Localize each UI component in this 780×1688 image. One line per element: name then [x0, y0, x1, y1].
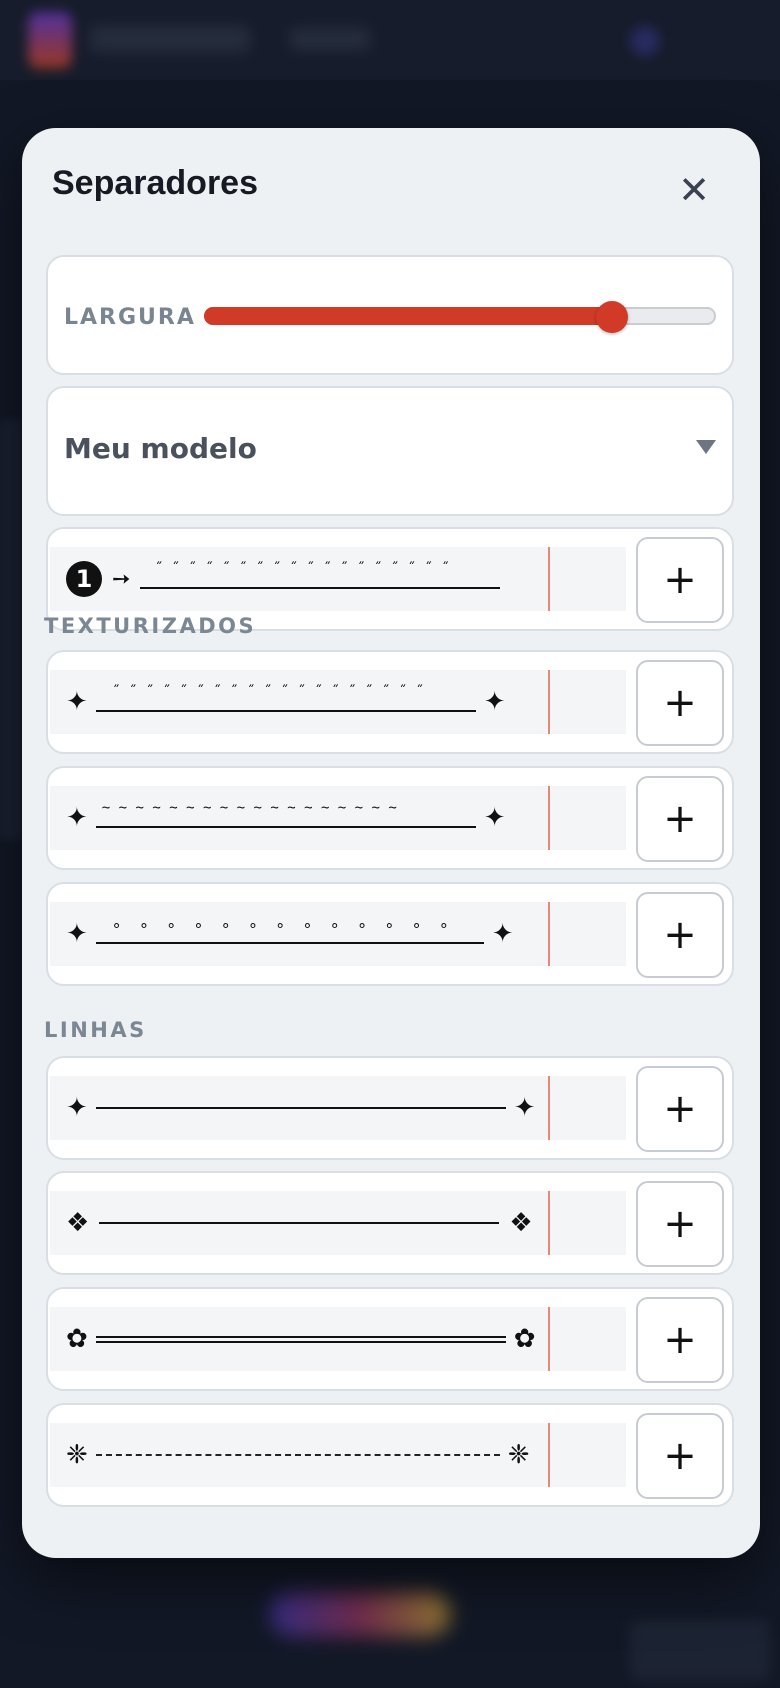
- add-separator-button[interactable]: +: [636, 1413, 724, 1499]
- add-separator-button[interactable]: +: [636, 776, 724, 862]
- modal-title: Separadores: [52, 164, 258, 202]
- separator-preview[interactable]: ✿ ✿: [50, 1307, 626, 1371]
- background-footer-panel: [630, 1620, 770, 1680]
- background-title: [90, 26, 250, 52]
- diamond-icon: ❖: [509, 1208, 533, 1238]
- texture-marks: ˝ ˝ ˝ ˝ ˝ ˝ ˝ ˝ ˝ ˝ ˝ ˝ ˝ ˝ ˝ ˝ ˝ ˝ ˝: [111, 684, 424, 700]
- star-icon: ✦: [66, 919, 88, 949]
- separator-preview[interactable]: ✦ ° ° ° ° ° ° ° ° ° ° ° ° ° ✦: [50, 902, 626, 966]
- textured-row-3: ✦ ° ° ° ° ° ° ° ° ° ° ° ° ° ✦ +: [46, 882, 734, 986]
- sparkle-icon: ❈: [66, 1440, 88, 1470]
- width-marker: [548, 1076, 550, 1140]
- line-row-4: ❈ ❈ +: [46, 1403, 734, 1507]
- flower-icon: ✿: [513, 1324, 536, 1354]
- solid-line: [95, 1107, 506, 1109]
- template-select[interactable]: Meu modelo: [46, 386, 734, 516]
- width-label: LARGURA: [64, 305, 196, 330]
- width-marker: [548, 670, 550, 734]
- background-avatar: [630, 26, 660, 56]
- width-slider-thumb[interactable]: [596, 301, 629, 333]
- separator-preview[interactable]: 1 ➙ ˝ ˝ ˝ ˝ ˝ ˝ ˝ ˝ ˝ ˝ ˝ ˝ ˝ ˝ ˝ ˝ ˝ ˝: [50, 547, 626, 611]
- textured-line: ˝ ˝ ˝ ˝ ˝ ˝ ˝ ˝ ˝ ˝ ˝ ˝ ˝ ˝ ˝ ˝ ˝ ˝: [140, 559, 501, 599]
- width-marker: [548, 786, 550, 850]
- dashed-line: [95, 1454, 500, 1456]
- modal-header: Separadores ✕: [22, 128, 760, 228]
- add-separator-button[interactable]: +: [636, 892, 724, 978]
- close-button[interactable]: ✕: [672, 168, 716, 212]
- add-separator-button[interactable]: +: [636, 1066, 724, 1152]
- star-icon: ✦: [66, 687, 88, 717]
- arrow-icon: ➙: [112, 566, 131, 592]
- plus-icon: +: [663, 557, 697, 603]
- star-icon: ✦: [66, 1093, 88, 1123]
- line-row-3: ✿ ✿ +: [46, 1287, 734, 1391]
- add-separator-button[interactable]: +: [636, 537, 724, 623]
- solid-line: [99, 1222, 500, 1224]
- separator-preview[interactable]: ✦ ˝ ˝ ˝ ˝ ˝ ˝ ˝ ˝ ˝ ˝ ˝ ˝ ˝ ˝ ˝ ˝ ˝ ˝ ˝ …: [50, 670, 626, 734]
- width-slider[interactable]: [204, 301, 716, 333]
- plus-icon: +: [663, 912, 697, 958]
- texture-marks: ° ° ° ° ° ° ° ° ° ° ° ° °: [111, 920, 453, 939]
- separator-preview[interactable]: ✦ ✦: [50, 1076, 626, 1140]
- width-marker: [548, 1423, 550, 1487]
- separators-modal: Separadores ✕ LARGURA Meu modelo 1 ➙ ˝ ˝…: [22, 128, 760, 1558]
- section-label-linhas: LINHAS: [44, 1018, 147, 1042]
- number-badge-icon: 1: [66, 561, 102, 597]
- separator-preview[interactable]: ❖ ❖: [50, 1191, 626, 1255]
- width-slider-fill: [204, 307, 613, 325]
- template-select-value: Meu modelo: [64, 432, 257, 465]
- plus-icon: +: [663, 796, 697, 842]
- diamond-icon: ❖: [66, 1208, 90, 1238]
- add-separator-button[interactable]: +: [636, 1181, 724, 1267]
- line-row-1: ✦ ✦ +: [46, 1056, 734, 1160]
- star-icon: ✦: [491, 919, 514, 949]
- plus-icon: +: [663, 1086, 697, 1132]
- width-marker: [548, 1191, 550, 1255]
- star-icon: ✦: [66, 803, 88, 833]
- width-slider-card: LARGURA: [46, 255, 734, 375]
- separator-preview[interactable]: ❈ ❈: [50, 1423, 626, 1487]
- width-marker: [548, 547, 550, 611]
- background-menu: [290, 28, 370, 50]
- background-logo: [28, 12, 72, 68]
- width-marker: [548, 1307, 550, 1371]
- textured-line: ° ° ° ° ° ° ° ° ° ° ° ° °: [95, 914, 484, 954]
- plus-icon: +: [663, 1433, 697, 1479]
- caret-down-icon: [696, 440, 716, 454]
- double-line: [95, 1335, 506, 1343]
- flower-icon: ✿: [66, 1324, 88, 1354]
- line-row-2: ❖ ❖ +: [46, 1171, 734, 1275]
- plus-icon: +: [663, 1201, 697, 1247]
- texture-marks: ˝ ˝ ˝ ˝ ˝ ˝ ˝ ˝ ˝ ˝ ˝ ˝ ˝ ˝ ˝ ˝ ˝ ˝: [154, 561, 450, 577]
- textured-row-2: ✦ ~ ~ ~ ~ ~ ~ ~ ~ ~ ~ ~ ~ ~ ~ ~ ~ ~ ~ ✦ …: [46, 766, 734, 870]
- star-icon: ✦: [483, 803, 506, 833]
- background-side-panel: [0, 420, 22, 840]
- textured-line: ~ ~ ~ ~ ~ ~ ~ ~ ~ ~ ~ ~ ~ ~ ~ ~ ~ ~: [95, 798, 476, 838]
- textured-line: ˝ ˝ ˝ ˝ ˝ ˝ ˝ ˝ ˝ ˝ ˝ ˝ ˝ ˝ ˝ ˝ ˝ ˝ ˝: [95, 682, 476, 722]
- width-marker: [548, 902, 550, 966]
- separator-preview[interactable]: ✦ ~ ~ ~ ~ ~ ~ ~ ~ ~ ~ ~ ~ ~ ~ ~ ~ ~ ~ ✦: [50, 786, 626, 850]
- add-separator-button[interactable]: +: [636, 660, 724, 746]
- background-action-button: [270, 1592, 450, 1636]
- textured-row-1: ✦ ˝ ˝ ˝ ˝ ˝ ˝ ˝ ˝ ˝ ˝ ˝ ˝ ˝ ˝ ˝ ˝ ˝ ˝ ˝ …: [46, 650, 734, 754]
- plus-icon: +: [663, 680, 697, 726]
- texture-marks: ~ ~ ~ ~ ~ ~ ~ ~ ~ ~ ~ ~ ~ ~ ~ ~ ~ ~: [101, 800, 397, 816]
- star-icon: ✦: [513, 1093, 536, 1123]
- section-label-texturizados: TEXTURIZADOS: [44, 614, 257, 638]
- sparkle-icon: ❈: [507, 1440, 530, 1470]
- plus-icon: +: [663, 1317, 697, 1363]
- star-icon: ✦: [483, 687, 506, 717]
- close-icon: ✕: [678, 168, 710, 212]
- add-separator-button[interactable]: +: [636, 1297, 724, 1383]
